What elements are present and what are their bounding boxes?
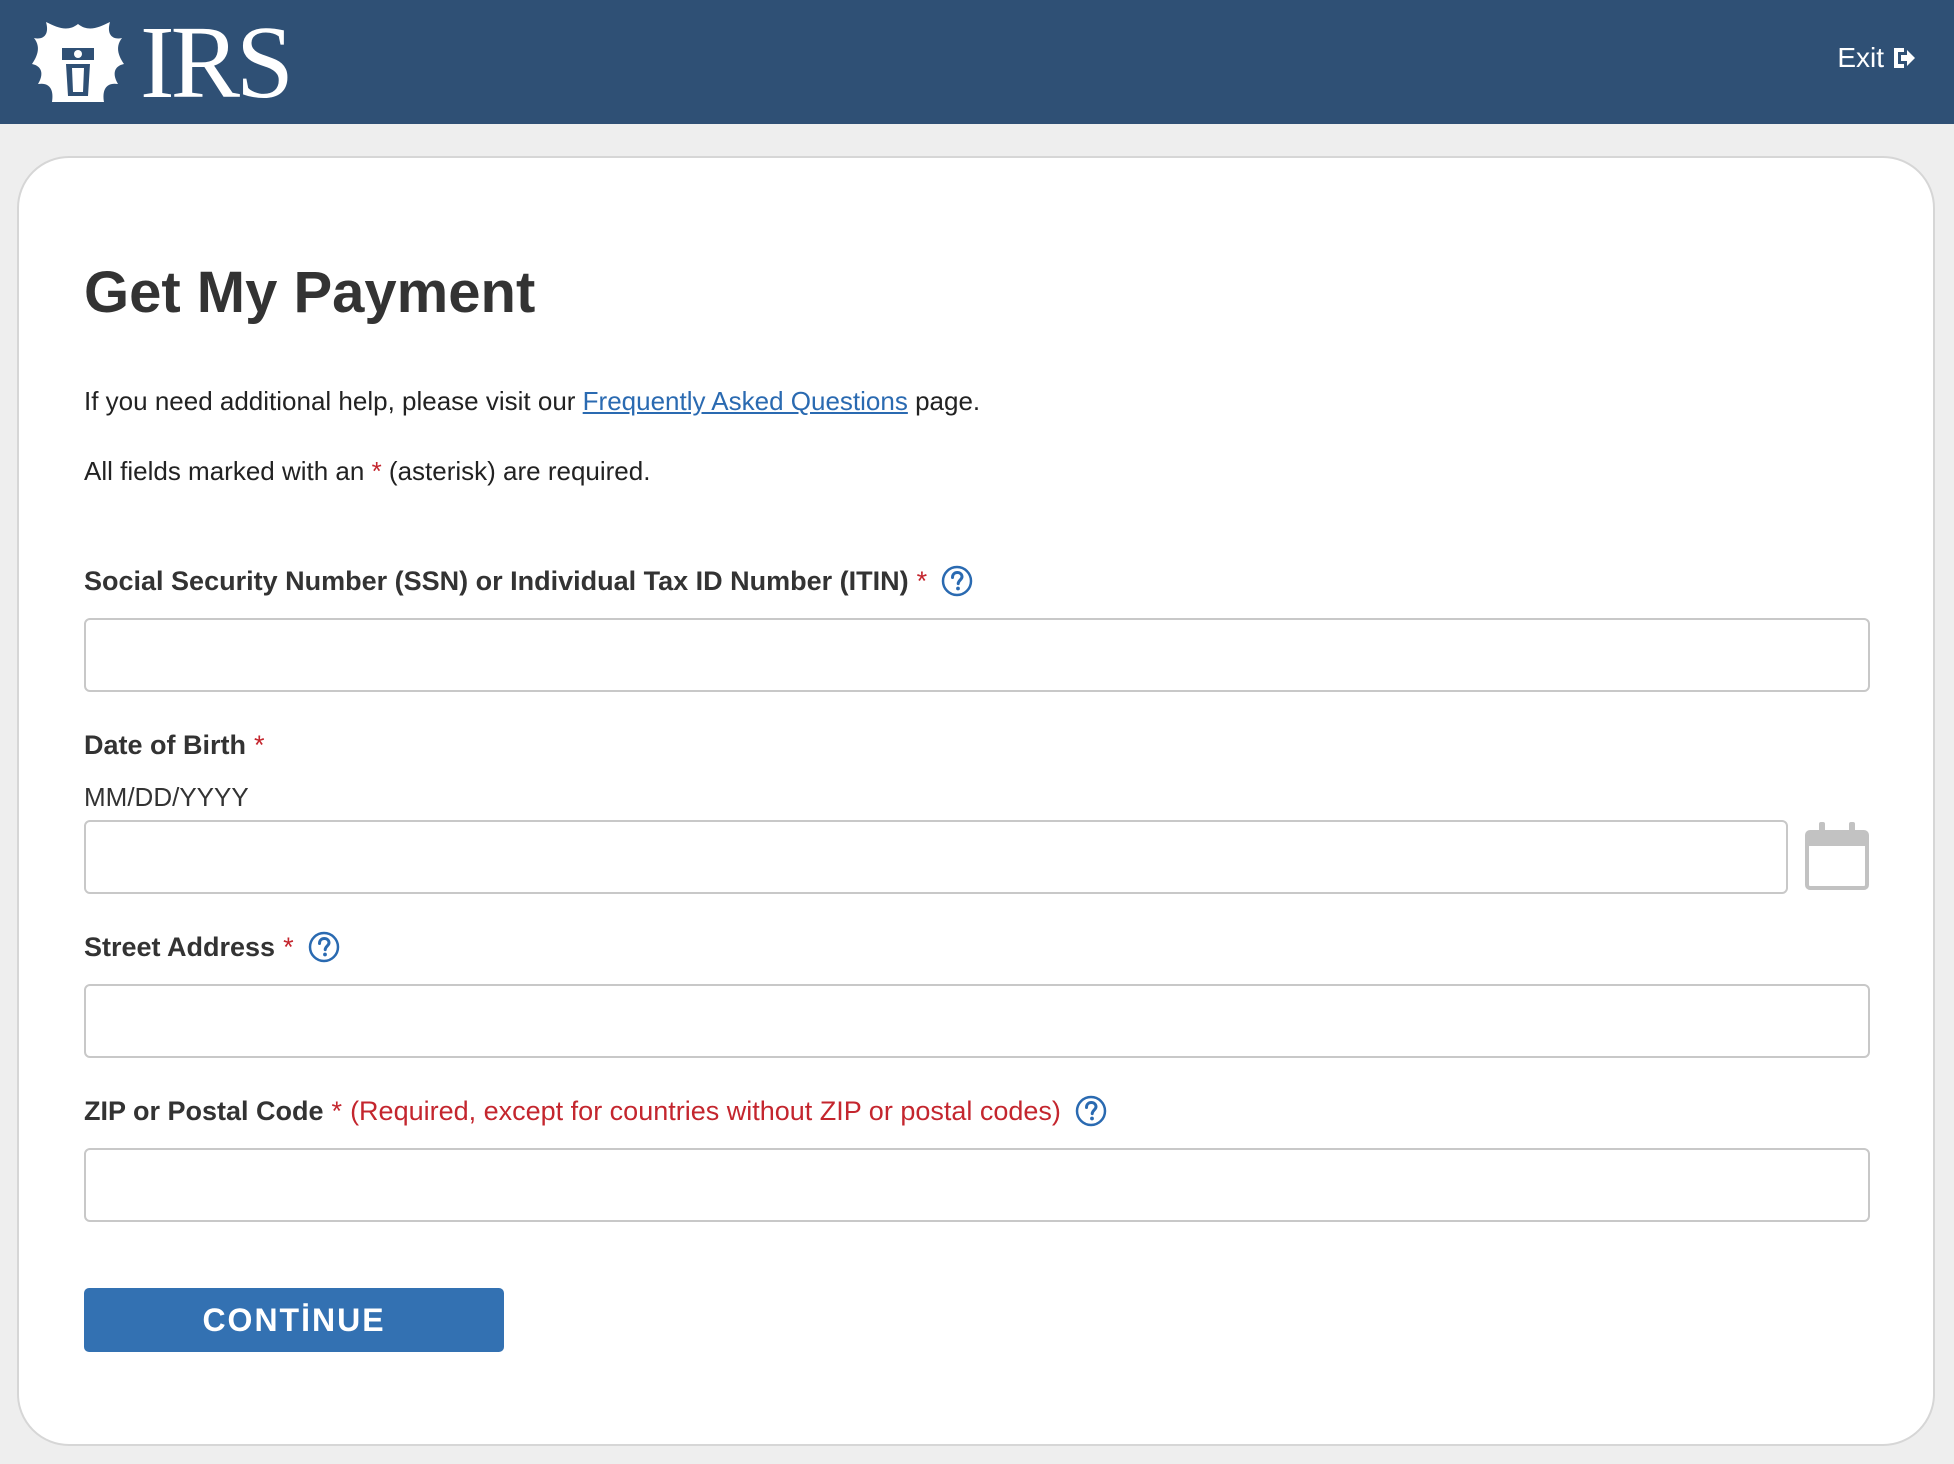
dob-label: Date of Birth * [84,727,265,763]
site-header: IRS Exit [0,0,1954,124]
required-prefix: All fields marked with an [84,456,372,486]
dob-required-marker: * [254,730,265,760]
ssn-help-icon[interactable] [941,565,973,597]
ssn-label: Social Security Number (SSN) or Individu… [84,563,973,599]
zip-required-note: (Required, except for countries without … [350,1096,1061,1126]
required-star: * [371,456,382,486]
page-title: Get My Payment [84,260,536,325]
exit-label: Exit [1837,42,1884,73]
street-address-input[interactable] [84,984,1870,1058]
help-prefix: If you need additional help, please visi… [84,386,583,416]
exit-link[interactable]: Exit [1837,42,1916,74]
ssn-input[interactable] [84,618,1870,692]
help-suffix: page. [907,386,981,416]
ssn-required-marker: * [916,566,928,596]
logo-text: IRS [140,5,294,120]
zip-help-icon[interactable] [1075,1095,1107,1127]
ssn-label-text: Social Security Number (SSN) or Individu… [84,566,909,596]
zip-input[interactable] [84,1148,1870,1222]
required-note: All fields marked with an * (asterisk) a… [84,454,650,488]
irs-logo[interactable]: IRS [28,5,294,120]
faq-link[interactable]: Frequently Asked Questions [583,386,908,416]
street-label: Street Address * [84,929,340,965]
calendar-icon[interactable] [1804,820,1870,892]
street-label-text: Street Address [84,932,276,962]
zip-required-marker: * [331,1096,343,1126]
form-card: Get My Payment If you need additional he… [17,156,1935,1446]
required-suffix: (asterisk) are required. [381,456,651,486]
zip-label: ZIP or Postal Code * (Required, except f… [84,1093,1107,1129]
dob-label-text: Date of Birth [84,730,246,760]
eagle-emblem-icon [32,22,124,102]
street-help-icon[interactable] [308,931,340,963]
zip-label-text: ZIP or Postal Code [84,1096,324,1126]
continue-button[interactable]: CONTİNUE [84,1288,504,1352]
dob-format-hint: MM/DD/YYYY [84,782,249,812]
exit-icon [1894,48,1915,68]
dob-input[interactable] [84,820,1788,894]
street-required-marker: * [283,932,294,962]
help-text: If you need additional help, please visi… [84,384,980,418]
